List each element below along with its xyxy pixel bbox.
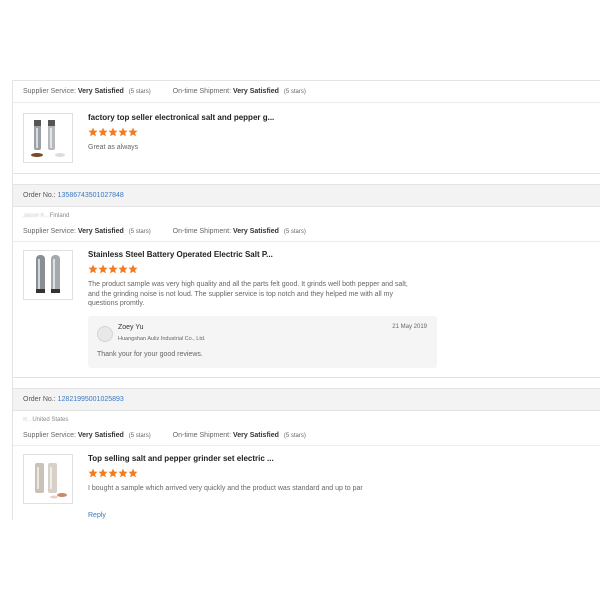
star-icon bbox=[98, 127, 108, 137]
buyer-info: Jason K...Finland bbox=[13, 210, 600, 222]
star-icon bbox=[108, 468, 118, 478]
supplier-service-stars: (5 stars) bbox=[128, 89, 151, 95]
supplier-service-value: Very Satisfied bbox=[77, 228, 124, 235]
order-number-link[interactable]: 12821995001025893 bbox=[58, 396, 124, 403]
review-card-3: Order No.: 12821995001025893 R...United … bbox=[13, 388, 600, 528]
product-title[interactable]: factory top seller electronical salt and… bbox=[88, 113, 418, 122]
order-header: Order No.: 13586743501027848 bbox=[13, 185, 600, 207]
supplier-service-label: Supplier Service: bbox=[23, 228, 76, 235]
order-label: Order No.: bbox=[23, 396, 56, 403]
rating-stars bbox=[88, 468, 448, 479]
supplier-service-label: Supplier Service: bbox=[23, 88, 76, 95]
shipment-label: On-time Shipment: bbox=[172, 432, 232, 439]
review-body: factory top seller electronical salt and… bbox=[88, 113, 418, 153]
supplier-service-stars: (5 stars) bbox=[128, 229, 151, 235]
salt-pepper-grinder-image bbox=[35, 463, 67, 499]
buyer-country: United States bbox=[32, 417, 69, 423]
star-icon bbox=[98, 468, 108, 478]
star-icon bbox=[88, 468, 98, 478]
shipment-stars: (5 stars) bbox=[283, 229, 306, 235]
rating-stars bbox=[88, 264, 418, 275]
supplier-service-label: Supplier Service: bbox=[23, 432, 76, 439]
reply-text: Thank your for your good reviews. bbox=[97, 351, 203, 358]
shipment-label: On-time Shipment: bbox=[172, 88, 232, 95]
shipment-value: Very Satisfied bbox=[232, 88, 279, 95]
review-card-1: Supplier Service: Very Satisfied (5 star… bbox=[13, 80, 600, 174]
supplier-service-value: Very Satisfied bbox=[77, 432, 124, 439]
shipment-stars: (5 stars) bbox=[283, 89, 306, 95]
review-body: Stainless Steel Battery Operated Electri… bbox=[88, 250, 418, 309]
reply-button[interactable]: Reply bbox=[88, 512, 106, 519]
reply-date: 21 May 2019 bbox=[392, 324, 427, 330]
shipment-label: On-time Shipment: bbox=[172, 228, 232, 235]
product-thumbnail[interactable] bbox=[23, 454, 73, 504]
reply-author: Zoey Yu bbox=[118, 324, 144, 331]
product-title[interactable]: Top selling salt and pepper grinder set … bbox=[88, 454, 448, 463]
buyer-country: Finland bbox=[49, 213, 70, 219]
salt-pepper-grinder-image bbox=[36, 255, 60, 293]
shipment-value: Very Satisfied bbox=[232, 432, 279, 439]
buyer-name: Jason K... bbox=[23, 213, 50, 219]
buyer-info: R...United States bbox=[13, 414, 600, 426]
review-text: The product sample was very high quality… bbox=[88, 281, 408, 307]
product-title[interactable]: Stainless Steel Battery Operated Electri… bbox=[88, 250, 418, 259]
service-ratings: Supplier Service: Very Satisfied (5 star… bbox=[13, 222, 600, 242]
star-icon bbox=[98, 264, 108, 274]
star-icon bbox=[108, 127, 118, 137]
star-icon bbox=[128, 127, 138, 137]
review-body: Top selling salt and pepper grinder set … bbox=[88, 454, 448, 494]
star-icon bbox=[118, 468, 128, 478]
service-ratings: Supplier Service: Very Satisfied (5 star… bbox=[13, 81, 600, 103]
product-thumbnail[interactable] bbox=[23, 250, 73, 300]
review-text: Great as always bbox=[88, 144, 139, 151]
order-number-link[interactable]: 13586743501027848 bbox=[58, 192, 124, 199]
star-icon bbox=[118, 264, 128, 274]
rating-stars bbox=[88, 127, 418, 138]
salt-pepper-grinder-image bbox=[31, 120, 65, 157]
order-header: Order No.: 12821995001025893 bbox=[13, 389, 600, 411]
supplier-service-value: Very Satisfied bbox=[77, 88, 124, 95]
review-text: I bought a sample which arrived very qui… bbox=[88, 485, 363, 492]
reviews-panel: Supplier Service: Very Satisfied (5 star… bbox=[12, 80, 600, 528]
review-card-2: Order No.: 13586743501027848 Jason K...F… bbox=[13, 184, 600, 378]
supplier-service-stars: (5 stars) bbox=[128, 433, 151, 439]
avatar bbox=[97, 326, 113, 342]
reply-company: Huangshan Auliz Industrial Co., Ltd. bbox=[118, 336, 206, 342]
star-icon bbox=[128, 468, 138, 478]
supplier-reply: Zoey Yu Huangshan Auliz Industrial Co., … bbox=[88, 316, 437, 368]
service-ratings: Supplier Service: Very Satisfied (5 star… bbox=[13, 426, 600, 446]
star-icon bbox=[88, 264, 98, 274]
star-icon bbox=[128, 264, 138, 274]
shipment-value: Very Satisfied bbox=[232, 228, 279, 235]
shipment-stars: (5 stars) bbox=[283, 433, 306, 439]
star-icon bbox=[88, 127, 98, 137]
product-thumbnail[interactable] bbox=[23, 113, 73, 163]
star-icon bbox=[108, 264, 118, 274]
buyer-name: R... bbox=[23, 417, 33, 423]
order-label: Order No.: bbox=[23, 192, 56, 199]
star-icon bbox=[118, 127, 128, 137]
